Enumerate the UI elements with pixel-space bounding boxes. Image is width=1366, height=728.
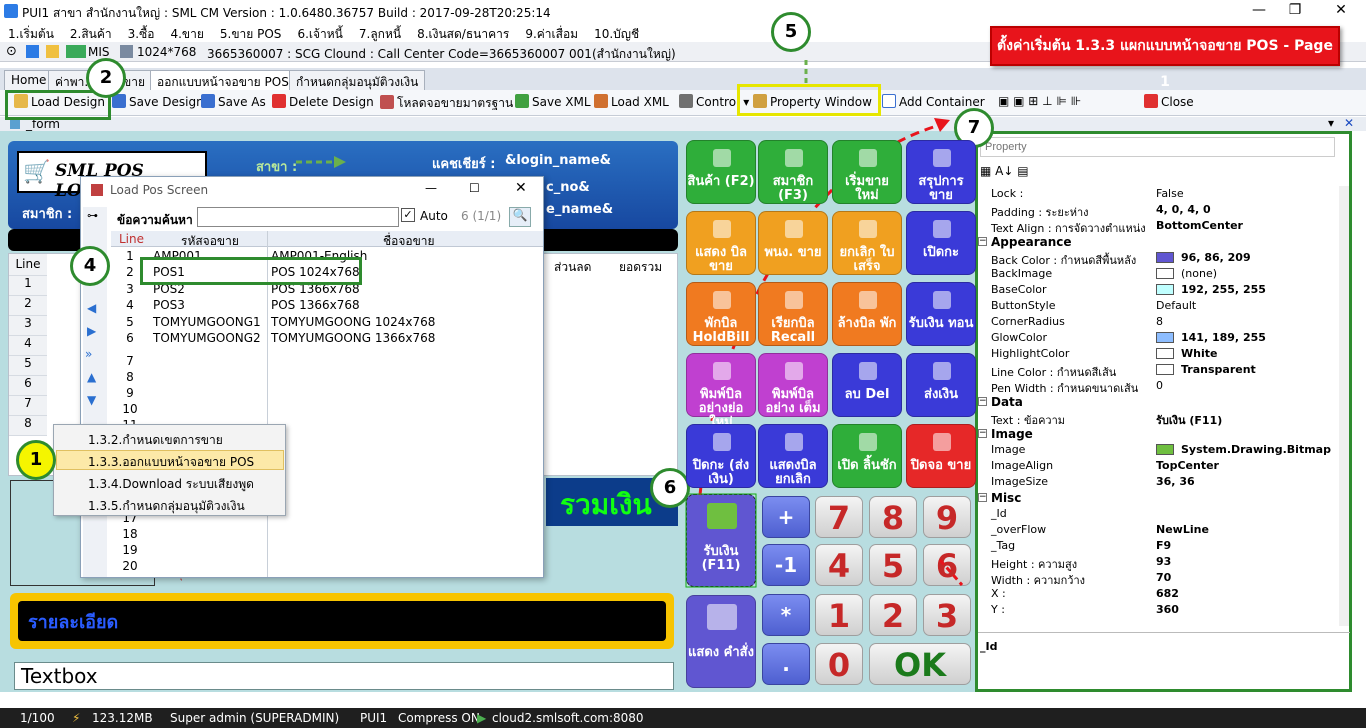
annotation-arrows: [296, 60, 964, 588]
function-key-label: ส่งเงิน: [924, 387, 958, 402]
function-key-button[interactable]: ปิดกะ (ส่งเงิน): [686, 424, 756, 488]
function-key-button[interactable]: สินค้า (F2): [686, 140, 756, 204]
function-key-icon: [933, 291, 951, 309]
function-key-icon: [933, 149, 951, 167]
function-key-button[interactable]: พิมพ์บิล อย่างย่อ ใหม่: [686, 353, 756, 430]
function-key-button[interactable]: รับเงิน ทอน: [906, 282, 976, 346]
function-key-label: รับเงิน ทอน: [908, 316, 974, 331]
function-key-button[interactable]: ยกเลิก ใบเสร็จ: [832, 211, 902, 275]
page-indicator: 1/100: [20, 711, 55, 725]
arrow-head-icon: [934, 118, 950, 132]
memory-icon: ⚡: [72, 711, 81, 725]
status-bar: 1/100 ⚡ 123.12MB Super admin (SUPERADMIN…: [0, 708, 1366, 728]
function-key-button[interactable]: ปิดจอ ขาย: [906, 424, 976, 488]
memory-usage: 123.12MB: [92, 711, 153, 725]
function-key-icon: [713, 362, 731, 380]
function-key-icon: [713, 291, 731, 309]
callout-4: 4: [70, 246, 110, 286]
function-key-label: เริ่มขาย ใหม่: [845, 174, 889, 203]
function-key-button[interactable]: ส่งเงิน: [906, 353, 976, 417]
function-key-icon: [713, 220, 731, 238]
function-key-button[interactable]: พิมพ์บิล อย่าง เต็ม: [758, 353, 828, 417]
function-key-label: เรียกบิล Recall: [770, 316, 816, 345]
user-label: Super admin (SUPERADMIN): [170, 711, 340, 725]
branch-status: PUI1: [360, 711, 388, 725]
callout-6: 6: [650, 468, 690, 508]
red-pointer-arrow: [938, 559, 964, 586]
server-icon: ▶: [477, 711, 487, 725]
function-key-button[interactable]: สมาชิก (F3): [758, 140, 828, 204]
function-key-label: ลบ Del: [844, 387, 890, 402]
function-key-label: ปิดกะ (ส่งเงิน): [692, 458, 750, 487]
function-key-button[interactable]: พนง. ขาย: [758, 211, 828, 275]
function-key-button[interactable]: แสดงบิล ยกเลิก: [758, 424, 828, 488]
function-key-label: แสดงบิล ยกเลิก: [769, 458, 817, 487]
function-key-button[interactable]: เปิด ลิ้นชัก: [832, 424, 902, 488]
function-key-icon: [785, 433, 803, 451]
function-key-label: เปิด ลิ้นชัก: [837, 458, 897, 473]
function-key-icon: [713, 149, 731, 167]
callout-5: 5: [771, 12, 811, 52]
function-key-button[interactable]: ล้างบิล พัก: [832, 282, 902, 346]
function-key-button[interactable]: พักบิล HoldBill: [686, 282, 756, 346]
selection-frame: [685, 493, 757, 588]
function-key-button[interactable]: ลบ Del: [832, 353, 902, 417]
function-key-label: แสดง บิลขาย: [695, 245, 747, 274]
function-key-icon: [933, 433, 951, 451]
function-key-icon: [859, 433, 877, 451]
function-key-icon: [785, 149, 803, 167]
callout-2: 2: [86, 58, 126, 98]
function-key-icon: [933, 220, 951, 238]
function-key-icon: [785, 220, 803, 238]
function-key-label: เปิดกะ: [923, 245, 959, 260]
function-key-button[interactable]: แสดง บิลขาย: [686, 211, 756, 275]
function-key-icon: [713, 433, 731, 451]
function-key-label: สินค้า (F2): [687, 174, 755, 189]
function-key-icon: [785, 362, 803, 380]
callout-1: 1: [16, 440, 56, 480]
function-key-icon: [859, 362, 877, 380]
function-key-button[interactable]: เรียกบิล Recall: [758, 282, 828, 346]
function-key-button[interactable]: เปิดกะ: [906, 211, 976, 275]
function-key-label: พนง. ขาย: [764, 245, 822, 260]
compress-status: Compress ON: [398, 711, 480, 725]
function-key-icon: [859, 291, 877, 309]
function-key-button[interactable]: เริ่มขาย ใหม่: [832, 140, 902, 204]
function-key-icon: [785, 291, 803, 309]
function-key-button[interactable]: สรุปการ ขาย: [906, 140, 976, 204]
server-address: cloud2.smlsoft.com:8080: [492, 711, 644, 725]
function-key-icon: [859, 149, 877, 167]
function-key-label: พิมพ์บิล อย่าง เต็ม: [765, 387, 821, 416]
function-key-label: ยกเลิก ใบเสร็จ: [839, 245, 895, 274]
green-arrow-head-icon: [334, 156, 346, 168]
function-key-icon: [933, 362, 951, 380]
function-key-label: สมาชิก (F3): [772, 174, 814, 203]
function-key-label: พักบิล HoldBill: [692, 316, 750, 345]
function-key-label: ปิดจอ ขาย: [910, 458, 972, 473]
function-key-icon: [859, 220, 877, 238]
function-key-label: ล้างบิล พัก: [837, 316, 897, 331]
function-key-label: สรุปการ ขาย: [918, 174, 964, 203]
